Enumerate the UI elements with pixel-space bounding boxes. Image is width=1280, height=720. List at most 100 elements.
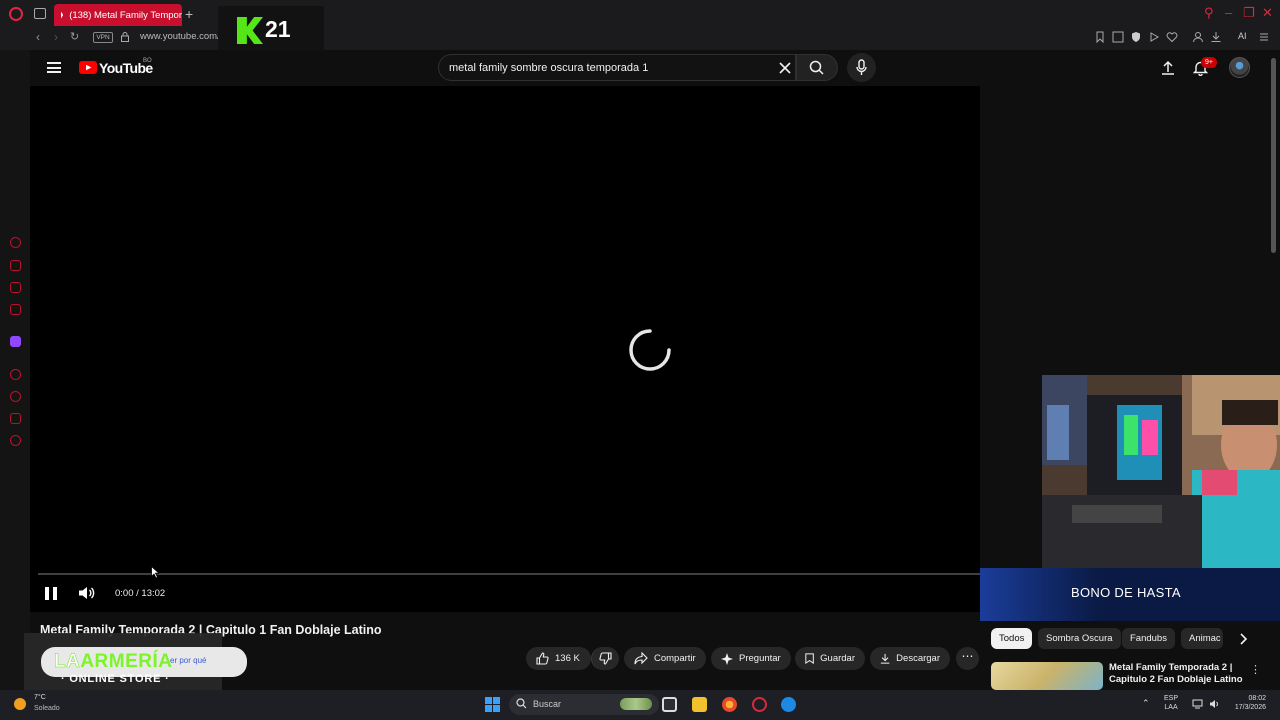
mouse-cursor-icon xyxy=(151,566,159,579)
progress-bar[interactable] xyxy=(38,573,980,575)
recommendation-thumbnail[interactable] xyxy=(991,662,1103,690)
sidebar-aria-icon[interactable] xyxy=(10,260,21,271)
sponsor-logo: LAARMERÍA xyxy=(54,651,173,673)
video-player[interactable] xyxy=(30,86,980,612)
opera-taskbar-icon[interactable] xyxy=(752,697,767,712)
microphone-icon[interactable] xyxy=(856,59,867,76)
vpn-badge[interactable]: VPN xyxy=(93,32,113,43)
hidden-link[interactable]: er por qué xyxy=(170,656,206,665)
save-button[interactable]: Guardar xyxy=(795,647,865,670)
chip-fandubs[interactable]: Fandubs xyxy=(1122,628,1175,649)
download-arrow-icon xyxy=(880,653,890,664)
speaker-icon[interactable] xyxy=(1209,699,1220,709)
sidebar-speed-dial-icon[interactable] xyxy=(10,237,21,248)
forward-icon[interactable]: › xyxy=(54,30,58,44)
upload-icon[interactable] xyxy=(1161,60,1175,75)
chip-sombra-oscura[interactable]: Sombra Oscura xyxy=(1038,628,1121,649)
tray-chevron-icon[interactable]: ⌃ xyxy=(1142,698,1150,709)
youtube-favicon-icon xyxy=(61,11,64,19)
snapshot-icon[interactable] xyxy=(1112,31,1124,43)
network-icon[interactable] xyxy=(1192,699,1203,709)
time-display: 0:00 / 13:02 xyxy=(115,588,166,599)
notification-badge: 9+ xyxy=(1201,57,1217,68)
youtube-logo-icon[interactable] xyxy=(79,61,97,74)
app-taskbar-icon[interactable] xyxy=(781,697,796,712)
weather-temp[interactable]: 7°C xyxy=(34,694,46,701)
download-icon[interactable] xyxy=(1210,31,1222,43)
language-indicator[interactable]: ESP LAA xyxy=(1164,694,1178,712)
download-button[interactable]: Descargar xyxy=(870,647,950,670)
search-icon[interactable] xyxy=(809,60,824,75)
clear-search-icon[interactable] xyxy=(779,62,791,74)
clock-time: 08:02 xyxy=(1248,695,1266,702)
ask-label: Preguntar xyxy=(739,653,781,664)
sidebar-player-icon[interactable] xyxy=(10,369,21,380)
sidebar-messenger-icon[interactable] xyxy=(10,282,21,293)
task-view-icon[interactable] xyxy=(662,697,677,712)
firefox-icon[interactable] xyxy=(722,697,737,712)
search-tabs-icon[interactable]: ⚲ xyxy=(1204,6,1214,20)
page-scrollbar[interactable] xyxy=(1271,58,1276,253)
chevron-right-icon[interactable] xyxy=(1236,632,1250,646)
account-icon[interactable] xyxy=(1192,31,1204,43)
recommendation-title[interactable]: Metal Family Temporada 2 | Capitulo 2 Fa… xyxy=(1109,662,1249,686)
thumbs-down-icon xyxy=(599,652,612,665)
browser-menu-icon[interactable] xyxy=(1258,31,1270,43)
k21-number: 21 xyxy=(265,16,291,42)
more-actions-button[interactable]: ⋯ xyxy=(956,647,979,670)
recommendation-menu-icon[interactable]: ⋮ xyxy=(1250,663,1261,676)
save-bookmark-icon xyxy=(805,653,814,665)
dislike-button[interactable] xyxy=(591,647,619,670)
sidebar-pinboard-icon[interactable] xyxy=(10,413,21,424)
chip-animacion[interactable]: Animac xyxy=(1181,628,1223,649)
active-tab[interactable]: (138) Metal Family Tempor xyxy=(54,4,182,26)
taskbar-search-placeholder: Buscar xyxy=(533,699,562,709)
file-explorer-icon[interactable] xyxy=(692,697,707,712)
share-label: Compartir xyxy=(654,653,696,664)
sidebar-twitch-icon[interactable] xyxy=(10,336,21,347)
bookmark-icon[interactable] xyxy=(1094,31,1106,43)
search-highlight-image xyxy=(620,698,652,710)
weather-condition[interactable]: Soleado xyxy=(34,705,60,712)
sponsor-brand-armeria: ARMERÍA xyxy=(80,651,173,672)
ask-button[interactable]: Preguntar xyxy=(711,647,791,670)
sidebar-settings-icon[interactable] xyxy=(10,435,21,446)
lang-line2: LAA xyxy=(1164,704,1178,711)
country-code: BO xyxy=(143,58,152,64)
share-button[interactable]: Compartir xyxy=(624,647,706,670)
restore-icon[interactable]: ❐ xyxy=(1243,6,1255,20)
like-button[interactable]: 136 K xyxy=(526,647,591,670)
avatar[interactable] xyxy=(1229,57,1250,78)
share-icon xyxy=(634,652,648,665)
tab-overview-icon[interactable] xyxy=(34,8,46,19)
chip-todos[interactable]: Todos xyxy=(991,628,1033,649)
weather-sun-icon[interactable] xyxy=(14,698,26,710)
windows-start-icon[interactable] xyxy=(485,697,500,712)
pause-button[interactable] xyxy=(45,587,57,600)
taskbar-clock[interactable]: 08:02 17/3/2026 xyxy=(1226,694,1266,712)
sidebar-music-icon[interactable] xyxy=(10,304,21,315)
thumbs-up-icon xyxy=(536,652,549,665)
new-tab-button[interactable]: + xyxy=(185,7,193,21)
player-icon[interactable] xyxy=(1148,31,1160,43)
streamer-webcam xyxy=(1042,375,1280,568)
sponsor-brand-la: LA xyxy=(54,651,81,673)
bono-text: BONO DE HASTA xyxy=(1071,585,1181,600)
volume-icon[interactable] xyxy=(78,585,95,601)
back-icon[interactable]: ‹ xyxy=(36,30,40,44)
heart-icon[interactable] xyxy=(1166,31,1178,43)
adblock-shield-icon[interactable] xyxy=(1130,31,1142,43)
close-window-icon[interactable]: ✕ xyxy=(1262,6,1273,20)
lock-icon xyxy=(121,32,129,42)
clock-date: 17/3/2026 xyxy=(1234,704,1266,711)
sidebar-history-icon[interactable] xyxy=(10,391,21,402)
hamburger-menu-icon[interactable] xyxy=(47,62,61,73)
reload-icon[interactable]: ↻ xyxy=(70,30,79,43)
opera-logo-icon[interactable] xyxy=(9,7,23,21)
sparkle-icon xyxy=(721,652,733,665)
sponsor-subtitle: · ONLINE STORE · xyxy=(61,673,170,685)
aria-ai-button[interactable]: AI xyxy=(1238,31,1247,41)
minimize-icon[interactable]: – xyxy=(1225,6,1232,20)
save-label: Guardar xyxy=(820,653,855,664)
search-query[interactable]: metal family sombre oscura temporada 1 xyxy=(449,62,648,74)
